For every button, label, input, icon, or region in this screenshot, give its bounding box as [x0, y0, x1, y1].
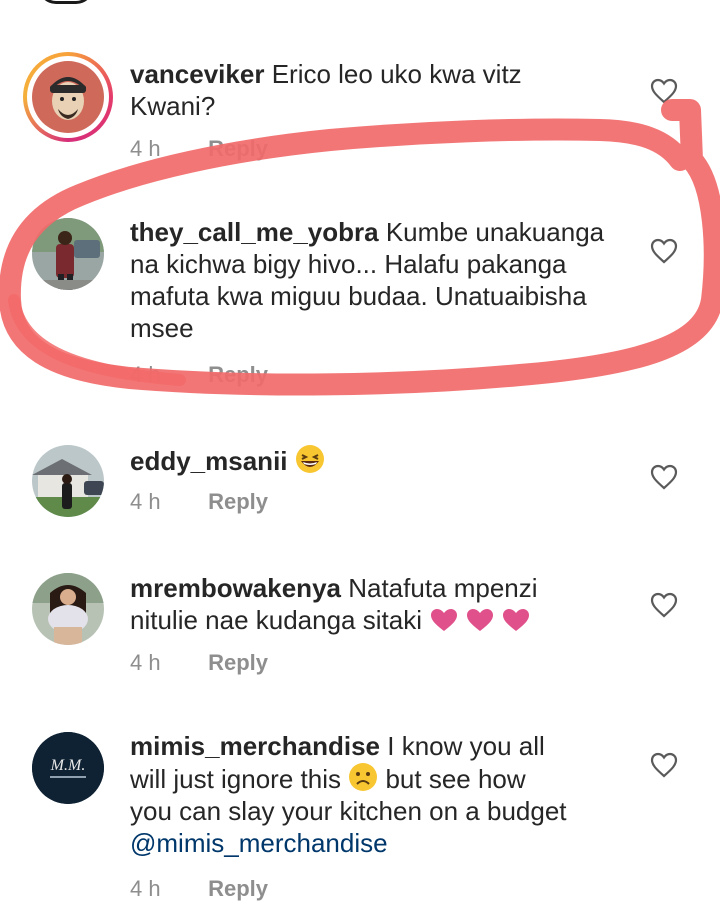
reply-button[interactable]: Reply	[208, 876, 268, 901]
avatar-logo-text: M.M.	[50, 757, 86, 774]
comment-meta: 4 h Reply	[130, 489, 268, 515]
comment-text: mrembowakenya Natafuta mpenzi nitulie na…	[130, 573, 538, 635]
comment-meta: 4 h Reply	[130, 362, 268, 388]
timestamp: 4 h	[130, 489, 161, 514]
heart-outline-icon[interactable]	[650, 238, 678, 264]
heart-outline-icon[interactable]	[650, 78, 678, 104]
reply-button[interactable]: Reply	[208, 489, 268, 514]
timestamp: 4 h	[130, 876, 161, 901]
reply-button[interactable]: Reply	[208, 362, 268, 387]
heart-outline-icon[interactable]	[650, 464, 678, 490]
story-ring[interactable]	[23, 52, 113, 142]
username[interactable]: eddy_msanii	[130, 446, 288, 476]
comment-text: mimis_merchandise I know you all will ju…	[130, 731, 567, 858]
comment-meta: 4 h Reply	[130, 650, 268, 676]
previous-avatar-edge	[38, 0, 94, 4]
reply-button[interactable]: Reply	[208, 136, 268, 161]
avatar[interactable]	[32, 61, 104, 133]
username[interactable]: mimis_merchandise	[130, 731, 380, 761]
three-pink-hearts-icon	[431, 609, 530, 631]
heart-outline-icon[interactable]	[650, 752, 678, 778]
comment-meta: 4 h Reply	[130, 136, 268, 162]
comment-text: they_call_me_yobra Kumbe unakuanga na ki…	[130, 217, 605, 343]
timestamp: 4 h	[130, 362, 161, 387]
comment-meta: 4 h Reply	[130, 876, 268, 902]
username[interactable]: they_call_me_yobra	[130, 217, 379, 247]
avatar[interactable]: M.M.	[32, 732, 104, 804]
timestamp: 4 h	[130, 650, 161, 675]
timestamp: 4 h	[130, 136, 161, 161]
mention-link[interactable]: @mimis_merchandise	[130, 828, 388, 858]
grinning-squinting-face-icon	[295, 445, 324, 473]
comment-text: vanceviker Erico leo uko kwa vitz Kwani?	[130, 59, 522, 121]
avatar[interactable]	[32, 218, 104, 290]
username[interactable]: vanceviker	[130, 59, 264, 89]
username[interactable]: mrembowakenya	[130, 573, 341, 603]
heart-outline-icon[interactable]	[650, 592, 678, 618]
reply-button[interactable]: Reply	[208, 650, 268, 675]
avatar[interactable]	[32, 573, 104, 645]
worried-face-icon	[349, 763, 378, 791]
comment-text: eddy_msanii	[130, 444, 630, 477]
avatar[interactable]	[32, 445, 104, 517]
